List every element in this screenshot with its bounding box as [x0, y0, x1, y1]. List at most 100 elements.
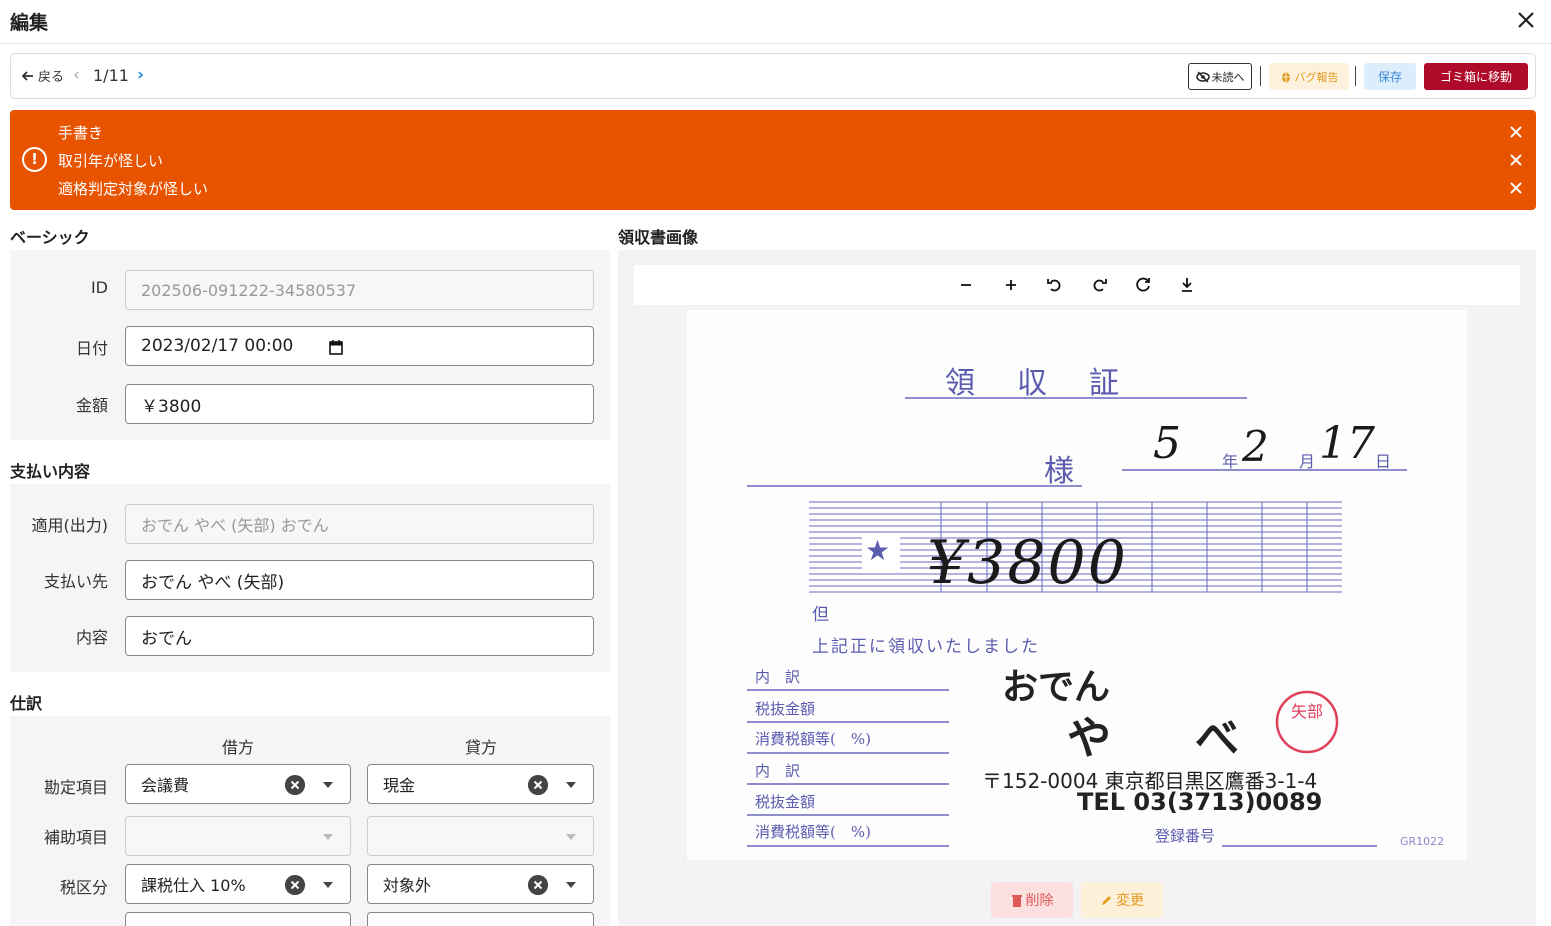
prev-page-button[interactable]: ‹	[73, 65, 80, 85]
eye-off-icon	[1195, 70, 1210, 83]
pencil-icon	[1102, 895, 1111, 905]
save-button[interactable]: 保存	[1364, 63, 1416, 90]
delete-label: 削除	[1025, 893, 1054, 909]
close-icon[interactable]	[1513, 7, 1539, 33]
debit-account-select[interactable]: 会議費	[125, 764, 351, 804]
zoom-out-icon[interactable]	[954, 273, 978, 297]
back-label: 戻る	[38, 70, 65, 85]
receipt-seal: 矢部	[1290, 702, 1323, 721]
trash-icon	[1011, 894, 1022, 907]
receipt-month-char: 月	[1299, 452, 1316, 471]
arrow-left-icon	[21, 70, 33, 81]
rotate-left-icon[interactable]	[1043, 273, 1067, 297]
alert-message: 手書き	[58, 124, 104, 142]
receipt-honorific: 様	[1044, 454, 1074, 489]
amount-label: 金額	[75, 396, 108, 415]
reset-icon[interactable]	[1131, 273, 1155, 297]
divider	[1260, 66, 1261, 86]
receipt-received-text: 上記正に領収いたしました	[812, 637, 1040, 657]
toolbar: 戻る ‹ 1/11 › 未読へ バグ報告 保存 ゴミ箱に移動	[10, 53, 1536, 99]
credit-account-select[interactable]: 現金	[367, 764, 594, 804]
chevron-down-icon[interactable]	[323, 882, 333, 888]
close-icon[interactable]	[1508, 124, 1524, 140]
receipt-date-month: 2	[1242, 422, 1269, 471]
section-title-receipt-image: 領収書画像	[618, 228, 699, 247]
content-field[interactable]: おでん	[125, 616, 594, 656]
page-title: 編集	[10, 12, 49, 34]
debit-tax-select[interactable]: 課税仕入 10%	[125, 864, 351, 904]
content-label: 内容	[75, 628, 108, 647]
image-toolbar	[634, 265, 1520, 305]
zoom-in-icon[interactable]	[999, 273, 1023, 297]
date-label: 日付	[75, 339, 108, 358]
tax-class-label: 税区分	[59, 878, 108, 897]
summary-field: おでん やべ (矢部) おでん	[125, 504, 594, 544]
chevron-down-icon[interactable]	[323, 834, 333, 840]
department-select[interactable]	[367, 912, 594, 926]
receipt-tadashi: 但	[812, 605, 829, 625]
chevron-down-icon[interactable]	[566, 834, 576, 840]
calendar-icon[interactable]	[329, 339, 343, 355]
id-label: ID	[90, 278, 108, 297]
clear-icon[interactable]	[285, 775, 305, 795]
receipt-image: 領 収 証 様 5 年 2 月 17 日 ★ ¥3800 但 上記正に領収いたし…	[687, 310, 1467, 860]
bug-label: バグ報告	[1294, 70, 1339, 84]
receipt-date-day: 17	[1319, 418, 1375, 469]
download-icon[interactable]	[1175, 273, 1199, 297]
clear-icon[interactable]	[285, 875, 305, 895]
credit-tax-select[interactable]: 対象外	[367, 864, 594, 904]
chevron-down-icon[interactable]	[323, 782, 333, 788]
receipt-tax-excluded: 税抜金額	[755, 700, 816, 718]
receipt-registration-number: 登録番号	[1155, 827, 1216, 845]
department-select[interactable]	[125, 912, 351, 926]
amount-field[interactable]: ￥3800	[125, 384, 594, 424]
date-field[interactable]: 2023/02/17 00:00	[125, 326, 594, 366]
debit-header: 借方	[222, 738, 255, 757]
credit-account-value: 現金	[383, 776, 416, 795]
debit-sub-select[interactable]	[125, 816, 351, 856]
debit-tax-value: 課税仕入 10%	[141, 876, 246, 895]
close-icon[interactable]	[1508, 152, 1524, 168]
chevron-down-icon[interactable]	[566, 882, 576, 888]
receipt-tax-amount: 消費税額等( %)	[755, 823, 871, 841]
alert-circle-icon: !	[22, 147, 47, 172]
account-label: 勘定項目	[43, 778, 108, 797]
change-image-button[interactable]: 変更	[1081, 882, 1163, 918]
clear-icon[interactable]	[528, 875, 548, 895]
bug-report-button[interactable]: バグ報告	[1269, 63, 1349, 90]
receipt-day-char: 日	[1375, 452, 1392, 471]
receipt-code: GR1022	[1400, 835, 1445, 848]
close-icon[interactable]	[1508, 180, 1524, 196]
receipt-breakdown: 内 訳	[755, 762, 801, 780]
section-title-basic: ベーシック	[10, 228, 90, 247]
basic-panel: ID 202506-091222-34580537 日付 2023/02/17 …	[10, 250, 610, 440]
chevron-down-icon[interactable]	[566, 782, 576, 788]
receipt-tax-excluded: 税抜金額	[755, 793, 816, 811]
page-indicator: 1/11	[93, 66, 129, 85]
summary-label: 適用(出力)	[31, 516, 109, 535]
date-value: 2023/02/17 00:00	[141, 336, 294, 356]
receipt-amount: ¥3800	[927, 528, 1128, 598]
delete-image-button[interactable]: 削除	[991, 882, 1073, 918]
credit-sub-select[interactable]	[367, 816, 594, 856]
next-page-button[interactable]: ›	[137, 65, 144, 85]
dialog-header: 編集	[0, 0, 1551, 44]
receipt-title: 領 収 証	[945, 366, 1125, 401]
mark-unread-button[interactable]: 未読へ	[1188, 63, 1252, 90]
receipt-tel: TEL 03(3713)0089	[1077, 788, 1323, 816]
divider	[1355, 66, 1356, 86]
change-label: 変更	[1116, 893, 1144, 909]
star-icon: ★	[865, 534, 891, 567]
payee-field[interactable]: おでん やべ (矢部)	[125, 560, 594, 600]
back-button[interactable]: 戻る	[21, 66, 64, 85]
section-title-payment: 支払い内容	[10, 462, 91, 481]
receipt-date-year: 5	[1153, 418, 1181, 469]
move-to-trash-button[interactable]: ゴミ箱に移動	[1424, 63, 1528, 90]
payee-label: 支払い先	[43, 572, 108, 591]
payment-panel: 適用(出力) おでん やべ (矢部) おでん 支払い先 おでん やべ (矢部) …	[10, 484, 610, 672]
unread-label: 未読へ	[1211, 70, 1245, 84]
clear-icon[interactable]	[528, 775, 548, 795]
rotate-right-icon[interactable]	[1087, 273, 1111, 297]
alert-message: 適格判定対象が怪しい	[58, 180, 209, 198]
credit-tax-value: 対象外	[383, 876, 432, 895]
